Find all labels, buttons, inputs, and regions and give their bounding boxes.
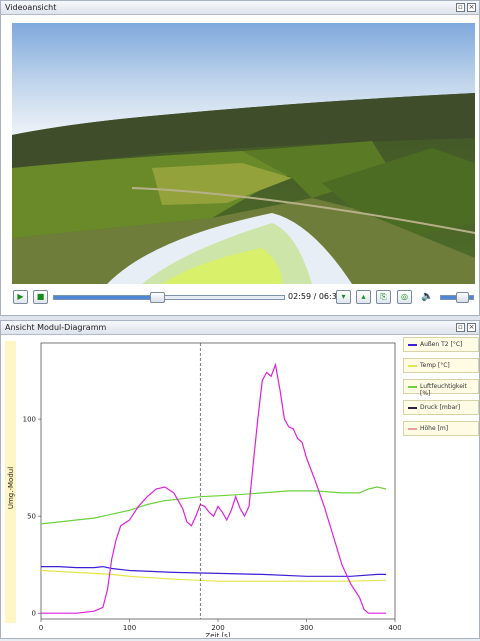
- up-arrow-icon: ▴: [361, 292, 366, 301]
- sync-button[interactable]: ◎: [397, 290, 412, 304]
- x-tick-label: 100: [123, 624, 136, 632]
- legend-item[interactable]: Temp [°C]: [403, 358, 479, 373]
- x-tick-label: 300: [300, 624, 313, 632]
- volume-slider[interactable]: [440, 292, 474, 303]
- close-icon[interactable]: ×: [467, 323, 476, 332]
- seek-progress-fill: [54, 296, 158, 299]
- diagram-panel: Ansicht Modul-Diagramm ▫ × 0 100 200 300 400…: [0, 320, 480, 640]
- seek-slider[interactable]: [53, 292, 285, 303]
- frame-back-button[interactable]: ▴: [356, 290, 371, 304]
- legend-swatch: [408, 344, 417, 346]
- y-axis-label: Umg.-Modul: [7, 467, 15, 509]
- legend-item[interactable]: Außen T2 [°C]: [403, 337, 479, 352]
- legend-item[interactable]: Luftfeuchtigkeit [%]: [403, 379, 479, 397]
- chart-area: 0 100 200 300 400 0 50 100 Zeit [s] Umg.-Modul: [3, 337, 402, 640]
- y-tick-label: 50: [27, 513, 36, 521]
- legend-label: Druck [mbar]: [420, 404, 461, 411]
- legend-swatch: [408, 407, 417, 409]
- video-controls: ▶ ■ 02:59 / 06:35 ▾ ▴ ⎘ ◎ 🔈: [1, 290, 480, 310]
- restore-icon[interactable]: ▫: [456, 323, 465, 332]
- chart-legend: Außen T2 [°C] Temp [°C] Luftfeuchtigkeit […: [403, 337, 479, 442]
- video-panel: Videoansicht ▫ × ▶ ■ 02:59 / 06:35 ▾ ▴ ⎘…: [0, 0, 480, 316]
- legend-item[interactable]: Höhe [m]: [403, 421, 479, 436]
- legend-label: Außen T2 [°C]: [420, 341, 463, 348]
- export-icon: ⎘: [380, 292, 387, 301]
- plot-frame: [40, 342, 396, 620]
- legend-swatch: [408, 365, 417, 367]
- close-icon[interactable]: ×: [467, 3, 476, 12]
- diagram-panel-title: Ansicht Modul-Diagramm: [5, 323, 107, 332]
- play-button[interactable]: ▶: [13, 290, 28, 304]
- diagram-panel-titlebar: Ansicht Modul-Diagramm ▫ ×: [1, 321, 479, 335]
- stop-button[interactable]: ■: [33, 290, 48, 304]
- module-chart: 0 100 200 300 400 0 50 100 Zeit [s] Umg.-Modul: [5, 341, 402, 640]
- legend-label: Luftfeuchtigkeit [%]: [420, 383, 467, 397]
- aerial-view-image: [12, 23, 475, 284]
- y-tick-label: 100: [23, 416, 36, 424]
- x-tick-label: 200: [211, 624, 224, 632]
- video-panel-titlebar: Videoansicht ▫ ×: [1, 1, 479, 15]
- down-arrow-icon: ▾: [341, 292, 346, 301]
- x-axis-label: Zeit [s]: [205, 632, 230, 637]
- volume-thumb[interactable]: [455, 292, 469, 303]
- legend-swatch: [408, 386, 417, 388]
- restore-icon[interactable]: ▫: [456, 3, 465, 12]
- legend-item[interactable]: Druck [mbar]: [403, 400, 479, 415]
- video-frame: [12, 23, 475, 284]
- speaker-icon[interactable]: 🔈: [421, 291, 433, 302]
- legend-label: Höhe [m]: [420, 425, 449, 432]
- video-panel-title: Videoansicht: [5, 3, 57, 12]
- seek-thumb[interactable]: [150, 292, 165, 303]
- time-display: 02:59 / 06:35: [288, 292, 342, 301]
- play-icon: ▶: [17, 292, 24, 301]
- x-tick-label: 400: [388, 624, 401, 632]
- sync-icon: ◎: [401, 292, 408, 301]
- x-tick-label: 0: [39, 624, 43, 632]
- legend-swatch: [408, 428, 417, 430]
- legend-label: Temp [°C]: [420, 362, 450, 369]
- y-tick-label: 0: [32, 610, 36, 618]
- stop-icon: ■: [36, 292, 45, 301]
- export-button[interactable]: ⎘: [376, 290, 391, 304]
- frame-forward-button[interactable]: ▾: [336, 290, 351, 304]
